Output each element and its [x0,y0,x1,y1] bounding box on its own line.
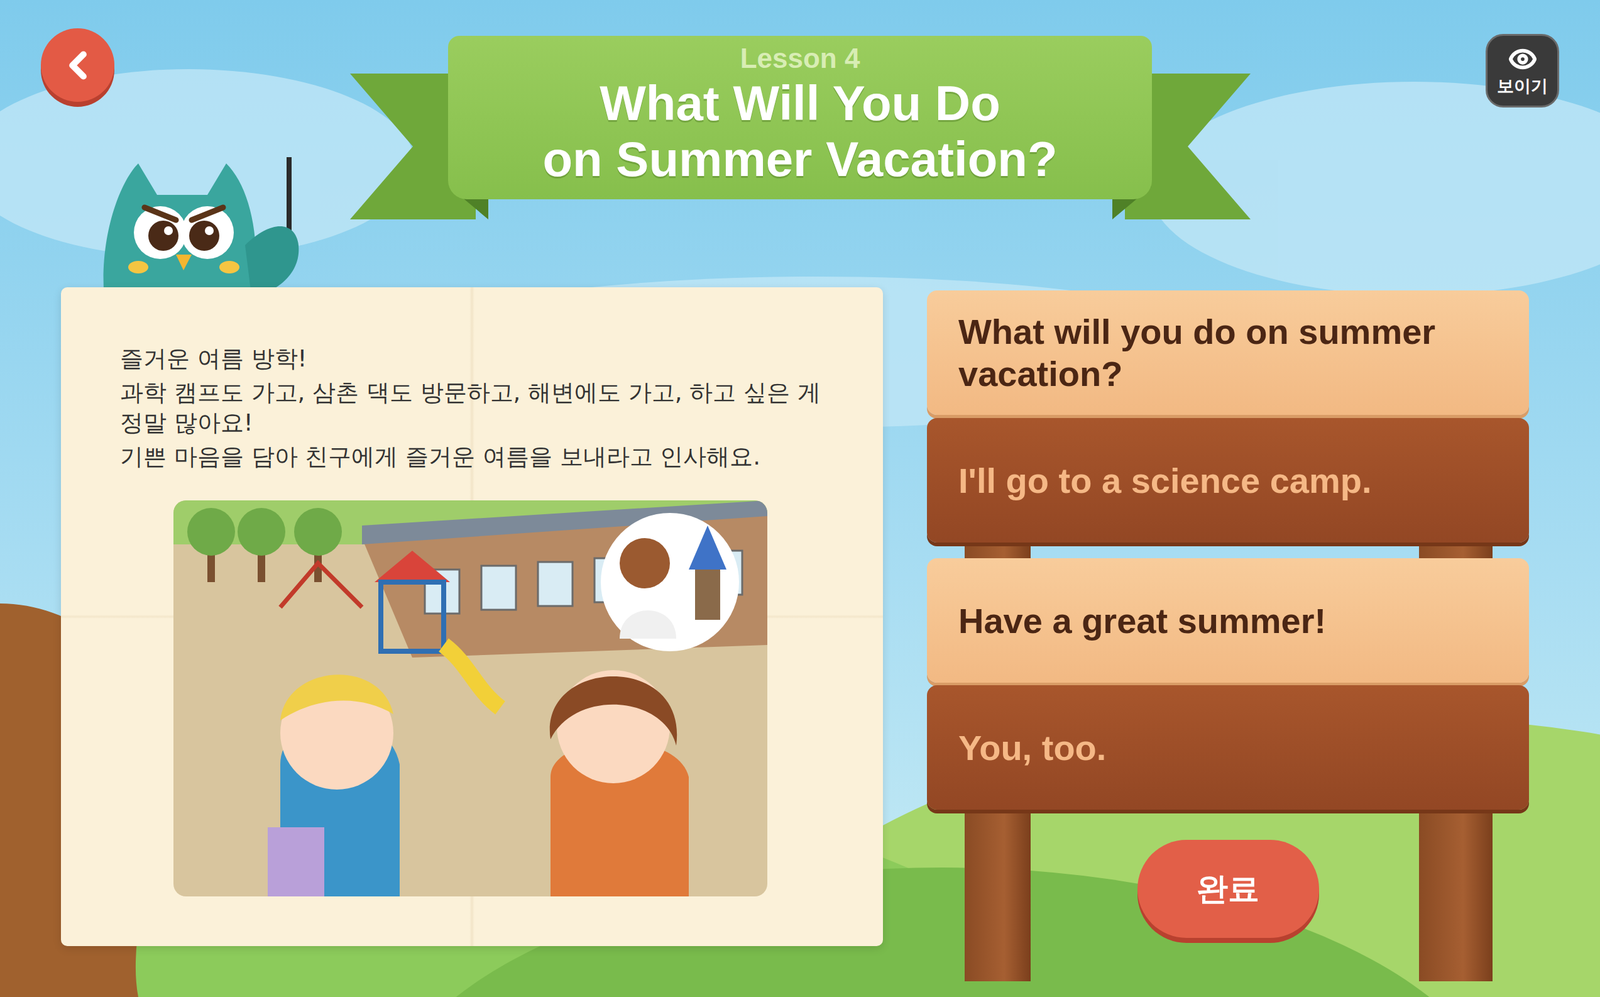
header: Lesson 4What Will You Doon Summer Vacati… [0,0,1600,200]
chevron-left-icon [55,43,100,88]
show-button[interactable]: 보이기 [1485,33,1560,108]
illustration [173,500,768,897]
intro-text: 과학 캠프도 가고, 삼촌 댁도 방문하고, 해변에도 가고, 하고 싶은 게 … [120,377,824,439]
title-banner: Lesson 4What Will You Doon Summer Vacati… [350,28,1251,200]
intro-paper: 즐거운 여름 방학!과학 캠프도 가고, 삼촌 댁도 방문하고, 해변에도 가고… [60,287,883,946]
done-button[interactable]: 완료 [1137,839,1320,938]
lesson-screen: Lesson 4What Will You Doon Summer Vacati… [0,0,1600,997]
intro-text: 즐거운 여름 방학! [120,343,824,374]
dialogue-board: I'll go to a science camp. [926,417,1529,543]
show-label: 보이기 [1496,74,1548,98]
dialogue-sign: What will you do on summer vacation?I'll… [926,290,1529,981]
eye-icon [1508,44,1538,74]
lesson-title: on Summer Vacation? [542,131,1058,188]
lesson-title: What Will You Do [599,75,1001,132]
dialogue-board: You, too. [926,684,1529,810]
dialogue-board: What will you do on summer vacation? [926,290,1529,415]
lesson-label: Lesson 4 [740,42,861,76]
dialogue-board: Have a great summer! [926,558,1529,683]
back-button[interactable] [40,28,115,102]
intro-text: 기쁜 마음을 담아 친구에게 즐거운 여름을 보내라고 인사해요. [120,441,824,472]
title-band: Lesson 4What Will You Doon Summer Vacati… [448,35,1152,200]
content: 즐거운 여름 방학!과학 캠프도 가고, 삼촌 댁도 방문하고, 해변에도 가고… [0,287,1600,981]
footer: 완료 [926,839,1529,938]
